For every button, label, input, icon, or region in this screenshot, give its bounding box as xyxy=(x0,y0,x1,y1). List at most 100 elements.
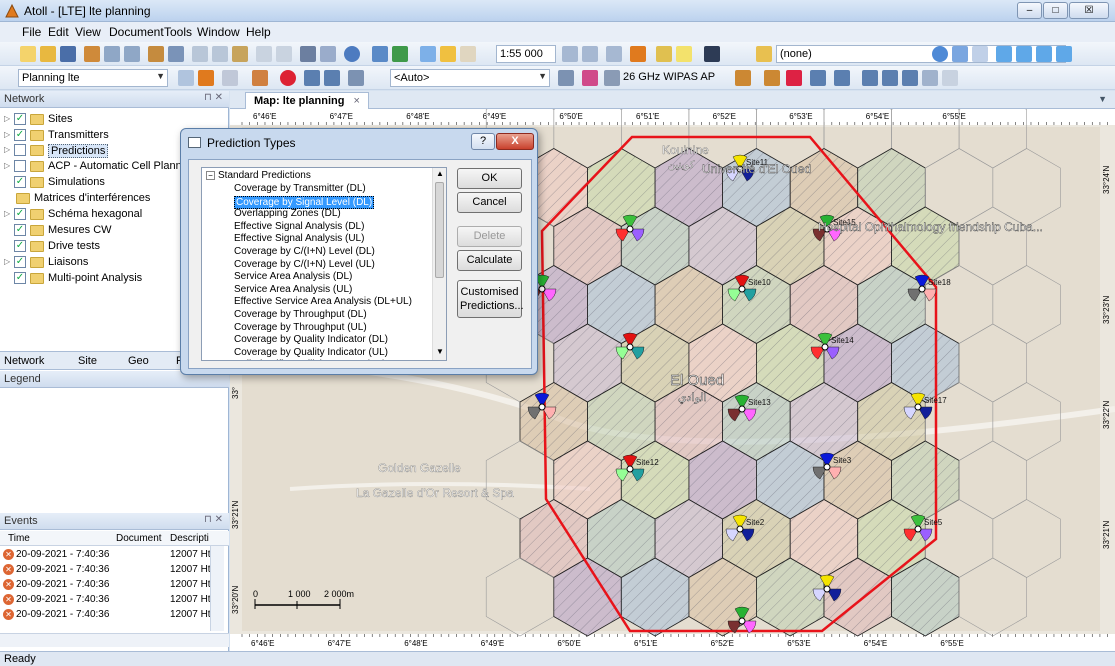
chevron-down-icon[interactable]: ▼ xyxy=(1098,94,1107,104)
close-tab-icon[interactable]: × xyxy=(354,95,360,107)
tab-site[interactable]: Site xyxy=(78,355,97,367)
checkbox[interactable] xyxy=(14,160,26,172)
refresh-icon[interactable] xyxy=(104,46,120,62)
percent-icon[interactable] xyxy=(558,70,574,86)
geo-icon[interactable] xyxy=(392,46,408,62)
site-marker[interactable] xyxy=(626,465,634,473)
database-icon[interactable] xyxy=(84,46,100,62)
site-marker[interactable] xyxy=(738,617,746,625)
col-document[interactable]: Document xyxy=(116,533,162,544)
redo-icon[interactable] xyxy=(276,46,292,62)
prediction-item[interactable]: Service Area Analysis (UL) xyxy=(234,284,352,297)
expand-icon[interactable]: ▷ xyxy=(4,130,10,139)
circle-tool-icon[interactable] xyxy=(1016,46,1032,62)
menu-edit[interactable]: Edit xyxy=(48,25,69,39)
draw-tool-icon[interactable] xyxy=(1036,46,1052,62)
folder-icon[interactable] xyxy=(656,46,672,62)
expand-icon[interactable]: ▷ xyxy=(4,209,10,218)
delete-button[interactable]: Delete xyxy=(457,226,522,247)
checkbox[interactable]: ✓ xyxy=(14,240,26,252)
checkbox[interactable]: ✓ xyxy=(14,208,26,220)
prediction-item[interactable]: Coverage by Signal Level (DL) xyxy=(234,195,375,209)
menu-document[interactable]: Document xyxy=(109,25,164,39)
events-vertical-scrollbar[interactable] xyxy=(210,546,224,631)
checkbox[interactable]: ✓ xyxy=(14,176,26,188)
polygon-tool-icon[interactable] xyxy=(932,46,948,62)
fx-icon[interactable] xyxy=(862,70,878,86)
expand-icon[interactable]: ▷ xyxy=(4,114,10,123)
menu-help[interactable]: Help xyxy=(246,25,271,39)
tab-map[interactable]: Map: lte planning × xyxy=(245,92,369,109)
maximize-button[interactable]: □ xyxy=(1043,2,1068,19)
comment-icon[interactable] xyxy=(676,46,692,62)
help-button[interactable]: ? xyxy=(471,133,495,150)
scroll-thumb[interactable] xyxy=(435,182,444,278)
prediction-item[interactable]: Effective Signal Analysis (UL) xyxy=(234,233,364,246)
menu-file[interactable]: File xyxy=(22,25,41,39)
edit-tool-icon[interactable] xyxy=(1056,46,1072,62)
prediction-item[interactable]: Overlapping Zones (DL) xyxy=(234,208,341,221)
binoculars-icon[interactable] xyxy=(704,46,720,62)
event-row[interactable]: ✕ 20-09-2021 - 7:40:36 12007 Htt xyxy=(0,593,229,608)
site-marker[interactable] xyxy=(823,463,831,471)
table-icon[interactable] xyxy=(324,70,340,86)
collapse-icon[interactable]: − xyxy=(206,171,215,180)
prediction-item[interactable]: Coverage by Throughput (DL) xyxy=(234,309,367,322)
pointer-icon[interactable] xyxy=(440,46,456,62)
line-tool-icon[interactable] xyxy=(972,46,988,62)
cancel-button[interactable]: Cancel xyxy=(457,192,522,213)
import-icon[interactable] xyxy=(148,46,164,62)
event-row[interactable]: ✕ 20-09-2021 - 7:40:36 12007 Htt xyxy=(0,578,229,593)
site-marker[interactable] xyxy=(736,525,744,533)
events-horizontal-scrollbar[interactable] xyxy=(0,633,229,647)
dock-icon[interactable] xyxy=(922,70,938,86)
tab-geo[interactable]: Geo xyxy=(128,355,149,367)
copy-icon[interactable] xyxy=(212,46,228,62)
checkbox[interactable]: ✓ xyxy=(14,224,26,236)
col-description[interactable]: Descripti xyxy=(170,533,209,544)
tab-network[interactable]: Network xyxy=(4,355,44,367)
prediction-item[interactable]: Service Area Analysis (DL) xyxy=(234,271,352,284)
col-time[interactable]: Time xyxy=(8,533,30,544)
select-icon[interactable] xyxy=(420,46,436,62)
help-icon[interactable] xyxy=(344,46,360,62)
grid-icon[interactable] xyxy=(304,70,320,86)
site-marker[interactable] xyxy=(538,285,546,293)
calculate-button[interactable]: Calculate xyxy=(457,250,522,271)
layers-icon[interactable] xyxy=(372,46,388,62)
customised-predictions-button[interactable]: Customised Predictions... xyxy=(457,280,524,318)
print-icon[interactable] xyxy=(300,46,316,62)
prediction-item[interactable]: Effective Signal Analysis (DL) xyxy=(234,221,364,234)
pin-icon[interactable]: ⊓ ✕ xyxy=(204,92,223,103)
undo-icon[interactable] xyxy=(256,46,272,62)
route-icon[interactable] xyxy=(882,70,898,86)
menu-view[interactable]: View xyxy=(75,25,101,39)
list-icon[interactable] xyxy=(834,70,850,86)
save-icon[interactable] xyxy=(60,46,76,62)
target-icon[interactable] xyxy=(280,70,296,86)
event-row[interactable]: ✕ 20-09-2021 - 7:40:36 12007 Htt xyxy=(0,563,229,578)
scroll-up-icon[interactable]: ▲ xyxy=(436,169,444,178)
filter-icon[interactable] xyxy=(222,70,238,86)
menu-tools[interactable]: Tools xyxy=(164,25,192,39)
site-marker[interactable] xyxy=(914,525,922,533)
expand-icon[interactable]: ▷ xyxy=(4,145,10,154)
expand-icon[interactable]: ▷ xyxy=(4,257,10,266)
zone-folder-icon[interactable] xyxy=(756,46,772,62)
prediction-list[interactable]: − Standard Predictions Coverage by Trans… xyxy=(201,167,447,361)
site-marker[interactable] xyxy=(626,343,634,351)
event-row[interactable]: ✕ 20-09-2021 - 7:40:36 12007 Htt xyxy=(0,548,229,563)
site-marker[interactable] xyxy=(914,403,922,411)
calc-icon[interactable] xyxy=(764,70,780,86)
pin-icon[interactable]: ⊓ ✕ xyxy=(204,514,223,525)
station-combo[interactable]: 26 GHz WIPAS AP xyxy=(620,69,720,87)
station-icon[interactable] xyxy=(604,70,620,86)
site-add-icon[interactable] xyxy=(198,70,214,86)
open-icon[interactable] xyxy=(40,46,56,62)
prediction-item[interactable]: Effective Service Area Analysis (DL+UL) xyxy=(234,296,412,309)
close-dialog-button[interactable]: X xyxy=(496,133,534,150)
checkbox[interactable] xyxy=(14,144,26,156)
zoom-in-icon[interactable] xyxy=(562,46,578,62)
site-marker[interactable] xyxy=(738,405,746,413)
hexagon-tool-icon[interactable] xyxy=(996,46,1012,62)
